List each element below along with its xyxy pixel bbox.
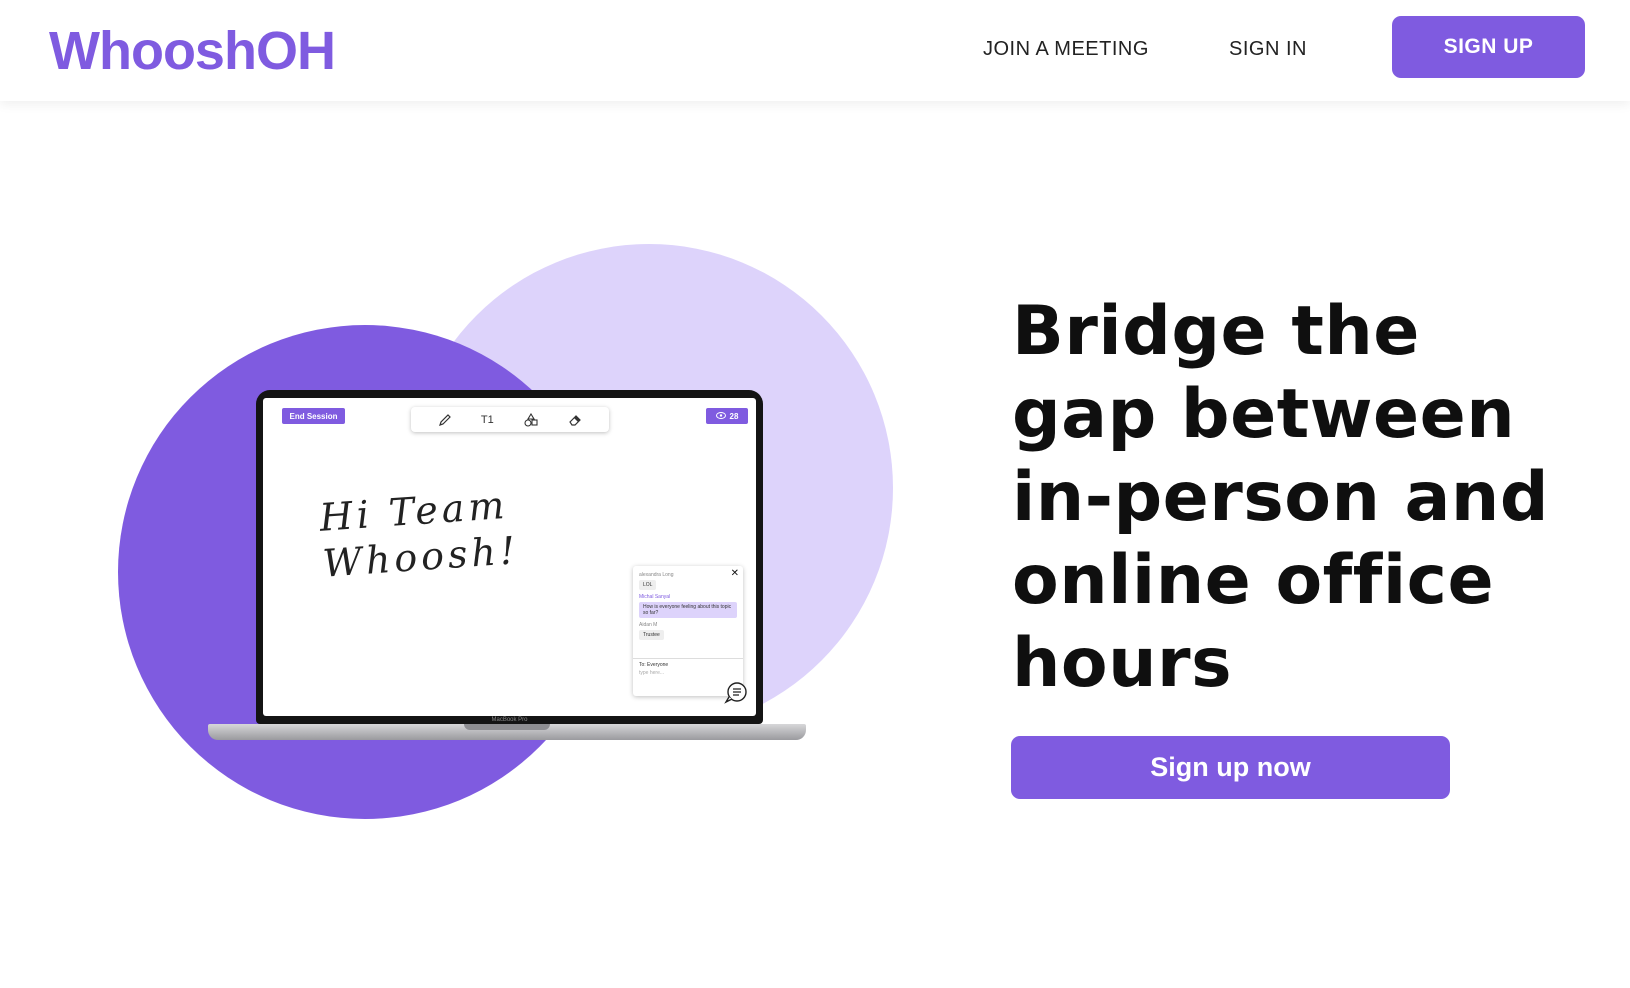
chat-divider <box>633 658 743 659</box>
eraser-icon <box>568 413 582 427</box>
chat-message: LOL <box>639 580 657 590</box>
whiteboard-screen: End Session T1 28 Hi Team Whoosh! ✕ alex… <box>263 398 756 716</box>
chat-recipient: To: Everyone <box>639 662 669 668</box>
chat-author: Michal Sanyal <box>639 594 671 600</box>
chat-message: Trustee <box>639 630 664 640</box>
join-meeting-link[interactable]: JOIN A MEETING <box>983 38 1149 61</box>
chat-author: Aidan M <box>639 622 658 628</box>
eye-icon <box>715 411 726 421</box>
chat-panel: ✕ alexandra Long LOL Michal Sanyal How i… <box>633 566 743 696</box>
viewer-count-badge: 28 <box>706 408 748 424</box>
chat-input: type here... <box>639 670 665 676</box>
drawing-toolbar: T1 <box>411 407 609 432</box>
logo[interactable]: WhooshOH <box>49 20 336 82</box>
sign-up-button[interactable]: SIGN UP <box>1392 16 1585 78</box>
shapes-icon <box>523 412 539 427</box>
close-icon: ✕ <box>730 568 739 579</box>
viewer-count: 28 <box>729 411 739 421</box>
text-icon: T1 <box>480 413 494 426</box>
laptop-model-label: MacBook Pro <box>491 717 528 723</box>
hero-title: Bridge the gap between in-person and onl… <box>1012 292 1550 703</box>
chat-message: How is everyone feeling about this topic… <box>639 602 737 618</box>
top-navbar: WhooshOH JOIN A MEETING SIGN IN SIGN UP <box>0 0 1630 101</box>
pencil-icon <box>438 413 452 427</box>
sign-in-link[interactable]: SIGN IN <box>1229 38 1307 61</box>
laptop-illustration: End Session T1 28 Hi Team Whoosh! ✕ alex… <box>256 390 763 724</box>
laptop-notch <box>464 724 550 730</box>
chat-bubble-icon <box>724 682 747 704</box>
chat-author: alexandra Long <box>639 572 674 578</box>
handwriting-text: Hi Team Whoosh! <box>318 481 520 586</box>
sign-up-now-button[interactable]: Sign up now <box>1011 736 1450 799</box>
end-session-button: End Session <box>282 408 345 424</box>
